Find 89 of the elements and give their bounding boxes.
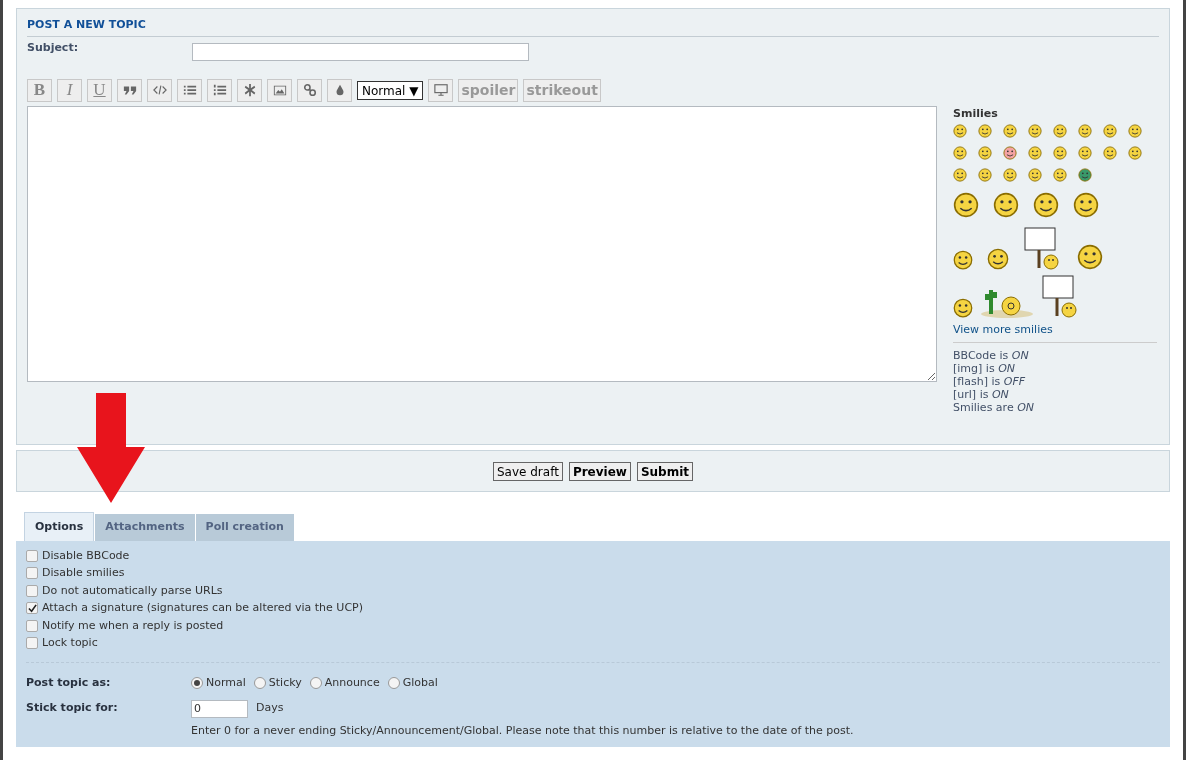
subject-label: Subject:: [27, 40, 80, 57]
format-button[interactable]: [147, 78, 172, 102]
smiley-icon[interactable]: [978, 124, 992, 138]
radio-button[interactable]: [387, 677, 400, 690]
radio-button[interactable]: [309, 677, 322, 690]
format-button[interactable]: [297, 78, 322, 102]
smiley-icon[interactable]: [953, 168, 967, 182]
image-icon: [272, 83, 287, 97]
tab[interactable]: Poll creation: [195, 514, 294, 541]
bbcode-status-text: [url] is ON: [953, 387, 1010, 401]
format-button[interactable]: [327, 78, 352, 102]
smiley-icon[interactable]: [978, 146, 992, 160]
smiley-icon[interactable]: [1028, 146, 1042, 160]
checkbox[interactable]: [26, 602, 38, 615]
smiley-icon[interactable]: [993, 192, 1019, 218]
option-label: Attach a signature (signatures can be altered via the UCP): [42, 600, 363, 616]
days-field[interactable]: 0: [191, 699, 248, 718]
view-more-smilies-link[interactable]: View more smilies: [953, 322, 1157, 343]
smiley-icon[interactable]: [1073, 192, 1099, 218]
format-button[interactable]: [117, 78, 142, 102]
radio-label: Announce: [324, 675, 380, 691]
bbcode-status-text: [img] is ON: [953, 361, 1016, 375]
smiley-icon[interactable]: [953, 146, 967, 160]
checkbox[interactable]: [26, 584, 38, 597]
smilies-title: Smilies: [953, 105, 999, 122]
option-label: Disable BBCode: [42, 547, 130, 564]
link-icon: [302, 83, 317, 97]
format-button[interactable]: [267, 78, 292, 102]
checkbox[interactable]: [26, 567, 38, 580]
smiley-icon[interactable]: [1053, 168, 1067, 182]
stick-hint: Enter 0 for a never ending Sticky/Announcement/Global. Please note that this number is relative to the date of the post.: [191, 722, 854, 739]
stick-for-label: Stick topic for:: [26, 699, 119, 716]
option-label: Notify me when a reply is posted: [42, 617, 224, 634]
checkbox[interactable]: [26, 637, 38, 650]
smiley-icon[interactable]: [1028, 168, 1042, 182]
format-button[interactable]: [237, 78, 262, 102]
smiley-icon[interactable]: [1028, 124, 1042, 138]
list-icon: [182, 83, 197, 97]
smiley-icon[interactable]: [953, 298, 973, 318]
panel-heading: POST A NEW TOPIC: [27, 17, 1159, 37]
smiley-icon[interactable]: [1053, 146, 1067, 160]
bbcode-status-text: BBCode is ON: [953, 348, 1030, 362]
monitor-icon: [433, 83, 448, 97]
smiley-icon[interactable]: [953, 250, 973, 270]
smiley-icon[interactable]: [1103, 146, 1117, 160]
radio-label: Normal: [206, 675, 246, 691]
radio-button[interactable]: [253, 677, 266, 690]
form-button[interactable]: Preview: [568, 461, 631, 481]
asterisk-icon: [242, 83, 257, 97]
radio-label: Sticky: [268, 675, 302, 691]
form-button[interactable]: Save draft: [492, 461, 563, 481]
tab[interactable]: Options: [24, 512, 95, 541]
smiley-icon[interactable]: [1078, 146, 1092, 160]
option-label: Disable smilies: [42, 565, 125, 581]
smiley-icon[interactable]: [1128, 146, 1142, 160]
smiley-icon[interactable]: [1003, 146, 1017, 160]
checkbox[interactable]: [26, 549, 38, 562]
smiley-icon[interactable]: [1003, 168, 1017, 182]
smiley-icon[interactable]: [987, 248, 1009, 270]
smiley-icon[interactable]: [978, 168, 992, 182]
format-button[interactable]: [207, 78, 232, 102]
days-unit: Days: [256, 700, 284, 717]
code-icon: [152, 83, 167, 97]
bbcode-status-text: [flash] is OFF: [953, 374, 1027, 388]
smiley-icon[interactable]: [953, 192, 979, 218]
subject-field[interactable]: [192, 42, 529, 61]
tab[interactable]: Attachments: [95, 514, 195, 541]
bbcode-status-text: Smilies are ON: [953, 400, 1036, 414]
format-button[interactable]: [177, 78, 202, 102]
smiley-icon[interactable]: [1078, 168, 1092, 182]
font-size-select[interactable]: Normal ▼: [357, 80, 424, 100]
checkbox[interactable]: [26, 619, 38, 632]
post-as-label: Post topic as:: [26, 675, 112, 691]
format-button[interactable]: [428, 78, 454, 102]
smiley-icon[interactable]: [1128, 124, 1142, 138]
smiley-icon[interactable]: [1078, 124, 1092, 138]
radio-label: Global: [402, 675, 438, 691]
option-label: Lock topic: [42, 635, 98, 651]
check-icon: [27, 603, 37, 613]
smiley-icon[interactable]: [1033, 192, 1059, 218]
radio-button[interactable]: [191, 677, 203, 690]
option-label: Do not automatically parse URLs: [42, 582, 223, 599]
smiley-icon[interactable]: [1103, 124, 1117, 138]
form-button[interactable]: Submit: [636, 461, 694, 481]
smiley-icon[interactable]: [1003, 124, 1017, 138]
numbered-list-icon: [212, 83, 227, 97]
smiley-icon[interactable]: [1077, 244, 1103, 270]
smiley-icon[interactable]: [953, 124, 967, 138]
smiley-icon[interactable]: [1053, 124, 1067, 138]
